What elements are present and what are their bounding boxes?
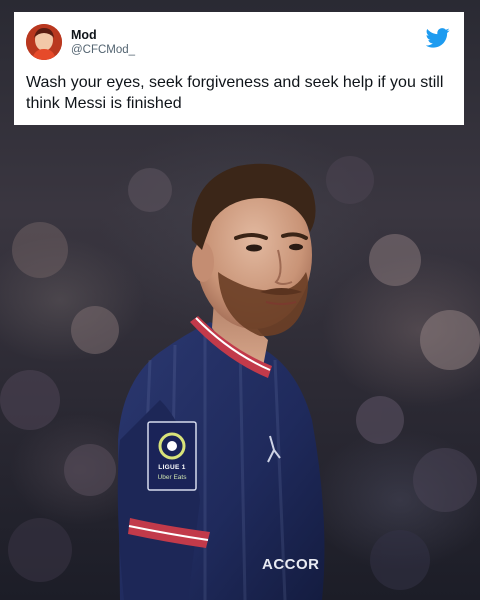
twitter-bird-icon[interactable] (425, 28, 450, 48)
avatar-icon (26, 24, 62, 60)
tweet-card[interactable]: Mod @CFCMod_ Wash your eyes, seek forgiv… (14, 12, 464, 125)
badge-line1: LIGUE 1 (158, 464, 186, 471)
shirt-sponsor: ACCOR (262, 556, 320, 573)
user-avatar[interactable] (26, 24, 62, 60)
tweet-header: Mod @CFCMod_ (26, 23, 452, 61)
user-info: Mod @CFCMod_ (71, 27, 135, 57)
user-handle[interactable]: @CFCMod_ (71, 43, 135, 57)
tweet-text: Wash your eyes, seek forgiveness and see… (26, 74, 444, 112)
badge-line2: Uber Eats (157, 474, 187, 481)
display-name[interactable]: Mod (71, 27, 135, 43)
